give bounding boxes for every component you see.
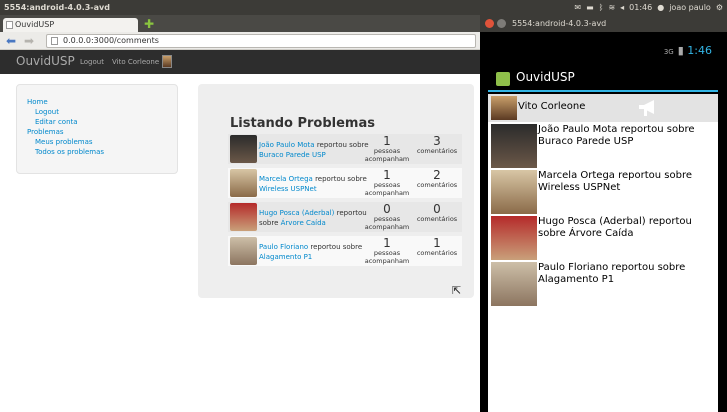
- emulator-title: 5554:android-4.0.3-avd: [512, 19, 607, 28]
- problems-panel: Listando Problemas João Paulo Mota repor…: [198, 84, 474, 298]
- list-item-text: Hugo Posca (Aderbal) reportou sobre Árvo…: [538, 216, 692, 239]
- topic-link[interactable]: Árvore Caída: [281, 219, 326, 227]
- author-link[interactable]: Hugo Posca (Aderbal): [259, 209, 334, 217]
- list-item-avatar: [491, 124, 537, 168]
- volume-icon[interactable]: ◂: [620, 0, 624, 15]
- os-user-name[interactable]: joao paulo: [669, 0, 711, 15]
- comments-count: 3 comentários: [416, 134, 458, 155]
- browser-tab[interactable]: OuvidUSP: [3, 18, 138, 32]
- list-item[interactable]: Paulo Floriano reportou sobre Alagamento…: [488, 260, 718, 306]
- row-text: João Paulo Mota reportou sobre Buraco Pa…: [259, 141, 369, 159]
- android-problem-list: João Paulo Mota reportou sobre Buraco Pa…: [488, 122, 718, 412]
- reporter-avatar: [230, 135, 257, 163]
- user-avatar[interactable]: [162, 55, 172, 68]
- row-text: Marcela Ortega reportou sobre Wireless U…: [259, 175, 367, 193]
- logout-link[interactable]: Logout: [80, 58, 104, 66]
- followers-count: 1 pessoas acompanham: [364, 236, 410, 265]
- android-status-bar: 3G ▮ 1:46: [488, 40, 718, 62]
- list-item-text: Paulo Floriano reportou sobre Alagamento…: [538, 262, 686, 285]
- comments-count: 0 comentários: [416, 202, 458, 223]
- bluetooth-icon[interactable]: ᛒ: [599, 0, 604, 15]
- comments-count: 1 comentários: [416, 236, 458, 257]
- signal-icon: 3G: [663, 48, 674, 56]
- close-icon[interactable]: [485, 19, 494, 28]
- page-favicon-icon: [6, 21, 13, 29]
- forward-arrow-icon[interactable]: ➡: [24, 33, 34, 49]
- system-tray: ✉ ▬ ᛒ ≋ ◂ 01:46 ● joao paulo ⚙: [574, 0, 723, 15]
- list-item-avatar: [491, 216, 537, 260]
- row-text: Hugo Posca (Aderbal) reportou sobre Árvo…: [259, 209, 367, 227]
- list-item[interactable]: João Paulo Mota reportou sobre Buraco Pa…: [488, 122, 718, 168]
- sidebar-home-link[interactable]: Home: [27, 97, 167, 107]
- list-item-text: Marcela Ortega reportou sobre Wireless U…: [538, 170, 692, 193]
- android-clock: 1:46: [687, 44, 712, 57]
- mail-icon[interactable]: ✉: [574, 0, 581, 15]
- emulator-title-bar: 5554:android-4.0.3-avd: [480, 15, 727, 32]
- reporter-avatar: [230, 169, 257, 197]
- wifi-icon[interactable]: ≋: [608, 0, 615, 15]
- table-row[interactable]: João Paulo Mota reportou sobre Buraco Pa…: [228, 134, 462, 164]
- android-user-name: Vito Corleone: [518, 101, 586, 112]
- os-top-panel: 5554:android-4.0.3-avd ✉ ▬ ᛒ ≋ ◂ 01:46 ●…: [0, 0, 727, 15]
- mouse-cursor-icon: ⇱: [452, 284, 462, 297]
- list-item-avatar: [491, 170, 537, 214]
- page-icon: [51, 37, 58, 45]
- minimize-icon[interactable]: [497, 19, 506, 28]
- app-navbar: OuvidUSP Logout Vito Corleone: [0, 50, 480, 74]
- clock[interactable]: 01:46: [629, 0, 652, 15]
- sidebar-nav: Home Logout Editar conta Problemas Meus …: [16, 84, 178, 174]
- emulator-screen: 3G ▮ 1:46 OuvidUSP Vito Corleone João Pau…: [480, 32, 727, 412]
- sidebar-all-problems-link[interactable]: Todos os problemas: [27, 147, 167, 157]
- sidebar-logout-link[interactable]: Logout: [27, 107, 167, 117]
- row-text: Paulo Floriano reportou sobre Alagamento…: [259, 243, 363, 261]
- android-action-bar: OuvidUSP: [488, 62, 718, 92]
- megaphone-icon[interactable]: [638, 99, 660, 117]
- topic-link[interactable]: Buraco Parede USP: [259, 151, 326, 159]
- topic-link[interactable]: Alagamento P1: [259, 253, 312, 261]
- tab-title: OuvidUSP: [15, 20, 55, 29]
- app-brand[interactable]: OuvidUSP: [16, 54, 75, 68]
- table-row[interactable]: Paulo Floriano reportou sobre Alagamento…: [228, 236, 462, 266]
- author-link[interactable]: Paulo Floriano: [259, 243, 308, 251]
- android-user-avatar: [491, 96, 517, 120]
- url-text: 0.0.0.0:3000/comments: [63, 36, 159, 45]
- back-arrow-icon[interactable]: ⬅: [6, 33, 16, 49]
- battery-icon: ▮: [677, 44, 684, 57]
- followers-count: 1 pessoas acompanham: [364, 134, 410, 163]
- current-user-link[interactable]: Vito Corleone: [112, 58, 159, 66]
- list-item[interactable]: Marcela Ortega reportou sobre Wireless U…: [488, 168, 718, 214]
- author-link[interactable]: Marcela Ortega: [259, 175, 313, 183]
- user-icon: ●: [657, 3, 665, 12]
- followers-count: 1 pessoas acompanham: [364, 168, 410, 197]
- table-row[interactable]: Marcela Ortega reportou sobre Wireless U…: [228, 168, 462, 198]
- sidebar-edit-account-link[interactable]: Editar conta: [27, 117, 167, 127]
- reporter-avatar: [230, 237, 257, 265]
- browser-tab-strip: OuvidUSP ✚: [0, 15, 480, 32]
- page-title: Listando Problemas: [230, 116, 375, 131]
- browser-nav-bar: ⬅ ➡ 0.0.0.0:3000/comments: [0, 32, 480, 50]
- android-app-title: OuvidUSP: [516, 70, 575, 84]
- list-item-text: João Paulo Mota reportou sobre Buraco Pa…: [538, 124, 695, 147]
- topic-link[interactable]: Wireless USPNet: [259, 185, 317, 193]
- list-item[interactable]: Hugo Posca (Aderbal) reportou sobre Árvo…: [488, 214, 718, 260]
- gear-icon[interactable]: ⚙: [716, 0, 723, 15]
- sidebar-my-problems-link[interactable]: Meus problemas: [27, 137, 167, 147]
- followers-count: 0 pessoas acompanham: [364, 202, 410, 231]
- os-window-title: 5554:android-4.0.3-avd: [4, 3, 110, 12]
- sidebar-problems-link[interactable]: Problemas: [27, 127, 167, 137]
- author-link[interactable]: João Paulo Mota: [259, 141, 315, 149]
- new-tab-plus-icon[interactable]: ✚: [142, 18, 156, 30]
- reporter-avatar: [230, 203, 257, 231]
- screen: 5554:android-4.0.3-avd ✉ ▬ ᛒ ≋ ◂ 01:46 ●…: [0, 0, 727, 412]
- battery-icon[interactable]: ▬: [586, 0, 594, 15]
- android-user-bar[interactable]: Vito Corleone: [488, 94, 718, 122]
- comments-count: 2 comentários: [416, 168, 458, 189]
- list-item-avatar: [491, 262, 537, 306]
- address-bar[interactable]: 0.0.0.0:3000/comments: [46, 34, 476, 48]
- table-row[interactable]: Hugo Posca (Aderbal) reportou sobre Árvo…: [228, 202, 462, 232]
